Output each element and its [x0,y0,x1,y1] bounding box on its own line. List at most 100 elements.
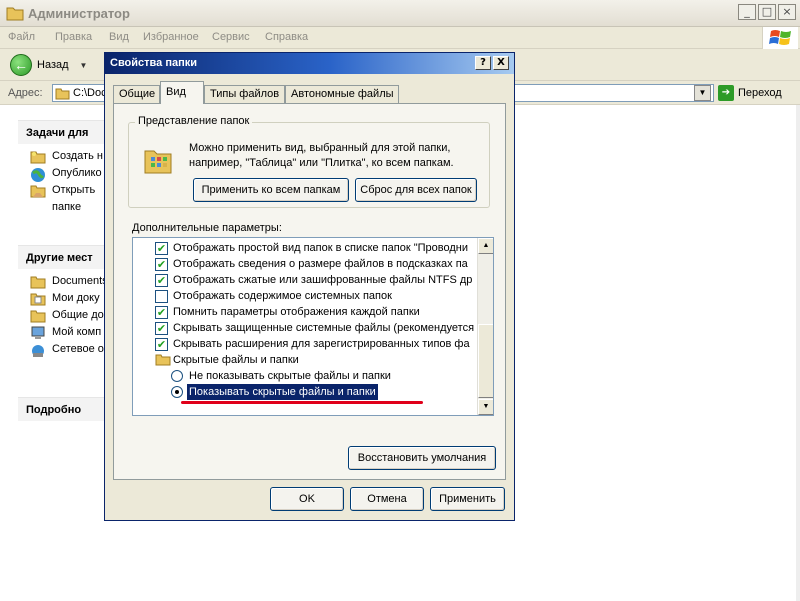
place-label: Общие до [52,309,104,321]
share-folder-icon [30,184,46,201]
ok-button[interactable]: OK [270,487,344,511]
radio-button[interactable] [171,370,183,382]
checkbox[interactable]: ✔ [155,242,168,255]
menu-file[interactable]: Файл [8,31,35,43]
radio-button[interactable] [171,386,183,398]
place-my-documents[interactable]: Мои доку [18,292,104,309]
tasks-section-title[interactable]: Задачи для [18,120,104,144]
tab-file-types[interactable]: Типы файлов [204,85,285,103]
checkbox[interactable]: ✔ [155,306,168,319]
globe-icon [30,167,46,184]
cancel-button[interactable]: Отмена [350,487,424,511]
tasks-section: Задачи для Создать н Опублико Открыть па… [18,120,104,218]
back-label: Назад [37,59,69,71]
scroll-thumb[interactable] [478,324,493,398]
tab-offline-files[interactable]: Автономные файлы [285,85,399,103]
dialog-close-button[interactable]: X [493,56,509,70]
place-shared-documents[interactable]: Общие до [18,309,104,326]
task-publish[interactable]: Опублико [18,167,104,184]
tab-general[interactable]: Общие [113,85,160,103]
details-section: Подробно [18,397,104,421]
option-label: Скрывать расширения для зарегистрированн… [173,338,470,350]
close-button[interactable]: × [778,4,796,20]
folder-icon [30,275,46,292]
option-label: Отображать простой вид папок в списке па… [173,242,468,254]
place-label: Мои доку [52,292,100,304]
folder-icon [30,309,46,326]
back-button[interactable]: ← Назад ▼ [10,54,87,76]
menu-tools[interactable]: Сервис [212,31,250,43]
hidden-files-group-label: Скрытые файлы и папки [173,354,299,366]
task-label: Опублико [52,167,102,179]
windows-logo-icon [762,27,798,49]
main-scrollbar[interactable] [796,105,800,601]
menu-favorites[interactable]: Избранное [143,31,199,43]
go-arrow-icon: ➔ [718,85,734,101]
scroll-down-icon[interactable]: ▼ [478,399,493,415]
window-title: Администратор [28,6,130,21]
folder-options-dialog: Свойства папки ? X Общие Вид Типы файлов… [104,52,515,521]
details-title[interactable]: Подробно [18,397,104,421]
checkbox[interactable] [155,290,168,303]
option-label: Отображать сжатые или зашифрованные файл… [173,274,473,286]
place-my-computer[interactable]: Мой комп [18,326,104,343]
place-network[interactable]: Сетевое о [18,343,104,360]
task-create-folder[interactable]: Создать н [18,150,104,167]
restore-defaults-button[interactable]: Восстановить умолчания [348,446,496,470]
other-places-section: Другие мест Documents Мои доку Общие до … [18,245,104,360]
go-button[interactable]: ➔ Переход [718,85,782,101]
menu-bar: Файл Правка Вид Избранное Сервис Справка [0,27,800,49]
menu-view[interactable]: Вид [109,31,129,43]
radio-label: Не показывать скрытые файлы и папки [189,370,391,382]
place-label: Documents [52,275,104,287]
address-dropdown-button[interactable]: ▼ [694,85,711,101]
option-label: Помнить параметры отображения каждой пап… [173,306,420,318]
option-label: Отображать содержимое системных папок [173,290,392,302]
task-label: Создать н [52,150,103,162]
radio-label: Показывать скрытые файлы и папки [186,383,379,401]
place-label: Мой комп [52,326,102,338]
advanced-settings-label: Дополнительные параметры: [132,222,282,234]
apply-button[interactable]: Применить [430,487,505,511]
maximize-button[interactable]: □ [758,4,776,20]
checkbox[interactable]: ✔ [155,258,168,271]
checkbox[interactable]: ✔ [155,338,168,351]
other-places-title[interactable]: Другие мест [18,245,104,269]
list-scrollbar[interactable]: ▲ ▼ [477,238,493,415]
option-label: Скрывать защищенные системные файлы (рек… [173,322,475,334]
advanced-settings-list[interactable]: ✔ Отображать простой вид папок в списке … [132,237,494,416]
apply-to-all-folders-button[interactable]: Применить ко всем папкам [193,178,349,202]
tab-view[interactable]: Вид [160,81,204,104]
place-label: Сетевое о [52,343,104,355]
task-label: папке [52,201,82,213]
menu-edit[interactable]: Правка [55,31,92,43]
task-share-cont: папке [18,201,104,218]
address-value: C:\Doc [73,87,107,99]
help-button[interactable]: ? [475,56,491,70]
folder-icon [6,5,24,24]
task-pane: Задачи для Создать н Опублико Открыть па… [0,105,104,601]
option-label: Отображать сведения о размере файлов в п… [173,258,468,270]
chevron-down-icon[interactable]: ▼ [80,61,88,70]
task-share[interactable]: Открыть [18,184,104,201]
main-titlebar: Администратор _ □ × [0,0,800,27]
menu-help[interactable]: Справка [265,31,308,43]
reset-all-folders-button[interactable]: Сброс для всех папок [355,178,477,202]
view-tab-panel: Представление папок Можно применить вид,… [113,103,506,480]
folder-views-icon [143,145,173,178]
minimize-button[interactable]: _ [738,4,756,20]
dialog-titlebar: Свойства папки ? X [105,53,514,74]
back-arrow-icon: ← [10,54,32,76]
red-annotation-underline [181,401,423,404]
checkbox[interactable]: ✔ [155,274,168,287]
checkbox[interactable]: ✔ [155,322,168,335]
task-label: Открыть [52,184,96,196]
place-documents[interactable]: Documents [18,275,104,292]
folder-icon [155,353,171,371]
scroll-up-icon[interactable]: ▲ [478,238,493,254]
folder-views-title: Представление папок [135,115,253,127]
dialog-title: Свойства папки [110,57,198,69]
folder-views-description: Можно применить вид, выбранный для этой … [189,142,454,169]
new-folder-icon [30,150,46,167]
computer-icon [30,326,46,343]
